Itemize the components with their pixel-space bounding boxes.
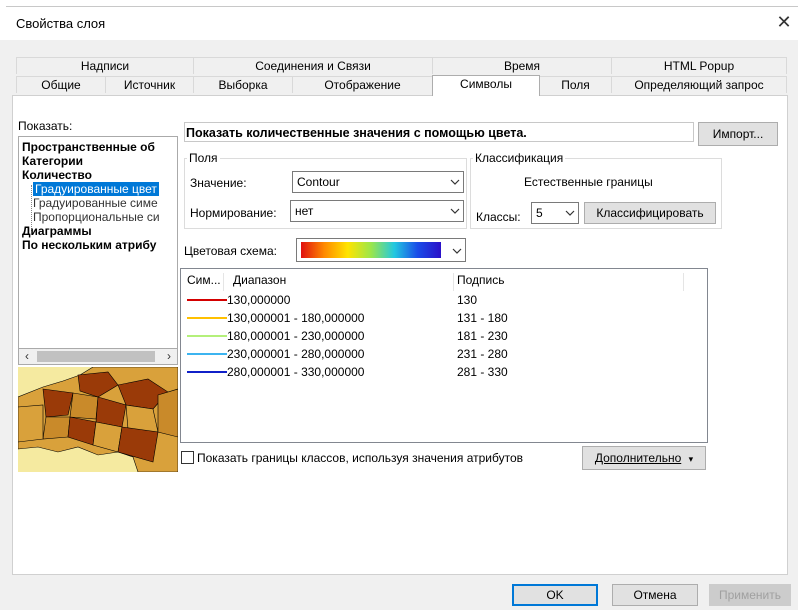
tab-definition-query[interactable]: Определяющий запрос (611, 76, 787, 93)
title-bar-top-line (6, 6, 798, 7)
class-list[interactable]: Сим... Диапазон Подпись 130,000000 130 1… (180, 268, 708, 443)
tree-horizontal-scrollbar[interactable]: ‹ › (18, 348, 178, 365)
renderer-tree[interactable]: Пространственные об Категории Количество… (18, 136, 178, 349)
column-header-label[interactable]: Подпись (457, 273, 505, 293)
advanced-button[interactable]: Дополнительно ▾ (582, 446, 706, 470)
color-ramp-swatch (301, 242, 441, 258)
tree-item-categories[interactable]: Категории (22, 154, 83, 168)
table-row[interactable]: 130,000000 130 (181, 292, 701, 310)
scroll-right-icon[interactable]: › (161, 349, 177, 364)
chevron-down-icon (450, 179, 460, 185)
tab-html-popup[interactable]: HTML Popup (611, 57, 787, 74)
classes-select[interactable]: 5 (531, 202, 579, 224)
chevron-down-icon (452, 248, 462, 254)
classification-group-legend: Классификация (473, 151, 566, 165)
tab-source[interactable]: Источник (105, 76, 194, 93)
label-cell: 130 (457, 293, 478, 307)
value-label: Значение: (190, 176, 247, 190)
tab-display[interactable]: Отображение (292, 76, 433, 93)
show-label: Показать: (18, 119, 73, 133)
symbol-swatch (187, 299, 227, 301)
classes-label: Классы: (476, 210, 521, 224)
value-field-text: Contour (297, 175, 340, 189)
normalization-label: Нормирование: (190, 206, 277, 220)
fields-group-legend: Поля (187, 151, 220, 165)
table-row[interactable]: 280,000001 - 330,000000 281 - 330 (181, 364, 701, 382)
dropdown-arrow-icon: ▾ (688, 454, 694, 464)
tree-item-proportional-symbols[interactable]: Пропорциональные си (33, 210, 160, 224)
cancel-button[interactable]: Отмена (612, 584, 698, 606)
tab-symbology[interactable]: Символы (432, 75, 540, 96)
table-row[interactable]: 130,000001 - 180,000000 131 - 180 (181, 310, 701, 328)
normalization-select[interactable]: нет (290, 200, 464, 222)
classes-value: 5 (536, 206, 543, 220)
tab-general[interactable]: Общие (16, 76, 106, 93)
tree-item-features[interactable]: Пространственные об (22, 140, 155, 154)
tab-fields[interactable]: Поля (539, 76, 612, 93)
label-cell: 181 - 230 (457, 329, 508, 343)
tree-item-graduated-symbols[interactable]: Градуированные симе (33, 196, 158, 210)
normalization-text: нет (295, 204, 314, 218)
column-header-symbol[interactable]: Сим... (187, 273, 221, 293)
chevron-down-icon (450, 208, 460, 214)
label-cell: 131 - 180 (457, 311, 508, 325)
show-class-bounds-checkbox[interactable] (181, 451, 194, 464)
tree-item-graduated-colors[interactable]: Градуированные цвет (33, 182, 159, 196)
range-cell: 230,000001 - 280,000000 (227, 347, 365, 361)
symbol-swatch (187, 353, 227, 355)
tab-labels[interactable]: Надписи (16, 57, 194, 74)
symbol-swatch (187, 371, 227, 373)
range-cell: 130,000000 (227, 293, 291, 307)
range-cell: 280,000001 - 330,000000 (227, 365, 365, 379)
tab-joins-relates[interactable]: Соединения и Связи (193, 57, 433, 74)
scroll-thumb[interactable] (37, 351, 155, 362)
tree-item-quantities[interactable]: Количество (22, 168, 92, 182)
scroll-left-icon[interactable]: ‹ (19, 349, 35, 364)
classify-button[interactable]: Классифицировать (584, 202, 716, 224)
ok-button[interactable]: OK (512, 584, 598, 606)
color-scheme-label: Цветовая схема: (184, 244, 277, 258)
window-title: Свойства слоя (16, 16, 106, 31)
title-bar (0, 0, 798, 40)
tab-time[interactable]: Время (432, 57, 612, 74)
show-class-bounds-label: Показать границы классов, используя знач… (197, 451, 524, 465)
close-icon[interactable]: ✕ (772, 11, 796, 33)
renderer-description: Показать количественные значения с помощ… (186, 126, 527, 140)
column-separator (453, 273, 454, 291)
range-cell: 180,000001 - 230,000000 (227, 329, 365, 343)
classification-method: Естественные границы (524, 175, 653, 189)
range-cell: 130,000001 - 180,000000 (227, 311, 365, 325)
table-row[interactable]: 230,000001 - 280,000000 231 - 280 (181, 346, 701, 364)
color-scheme-select[interactable] (296, 238, 466, 262)
tab-selection[interactable]: Выборка (193, 76, 293, 93)
symbol-swatch (187, 335, 227, 337)
label-cell: 281 - 330 (457, 365, 508, 379)
label-cell: 231 - 280 (457, 347, 508, 361)
column-separator (223, 273, 224, 291)
tree-item-multiple-attributes[interactable]: По нескольким атрибу (22, 238, 156, 252)
preview-map (18, 367, 178, 472)
symbol-swatch (187, 317, 227, 319)
tree-item-charts[interactable]: Диаграммы (22, 224, 92, 238)
preview-map-image (18, 367, 178, 472)
advanced-button-label: Дополнительно (594, 451, 682, 465)
chevron-down-icon (565, 210, 575, 216)
apply-button[interactable]: Применить (709, 584, 791, 606)
column-header-range[interactable]: Диапазон (233, 273, 286, 293)
table-row[interactable]: 180,000001 - 230,000000 181 - 230 (181, 328, 701, 346)
value-field-select[interactable]: Contour (292, 171, 464, 193)
import-button[interactable]: Импорт... (698, 122, 778, 146)
column-separator (683, 273, 684, 291)
